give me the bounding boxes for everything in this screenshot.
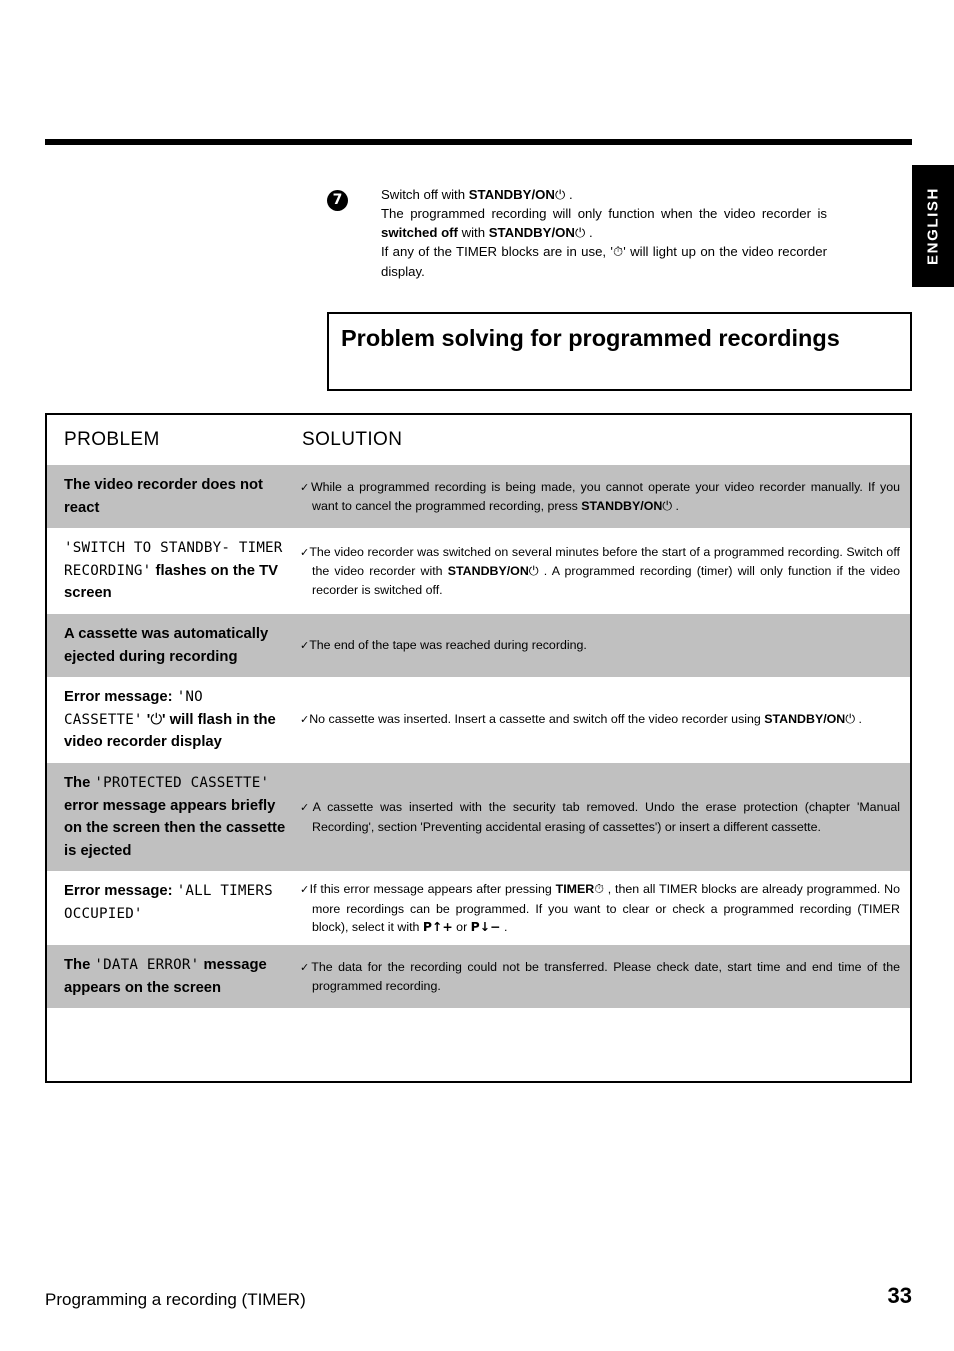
table-body: The video recorder does not react ✓While …: [47, 465, 910, 1009]
problem-cell: 'SWITCH TO STANDBY- TIMER RECORDING' fla…: [47, 528, 295, 614]
checkmark-icon: ✓: [300, 481, 311, 494]
language-tab: ENGLISH: [912, 165, 954, 287]
page-top-rule: [45, 139, 912, 145]
problem-cell: The 'DATA ERROR' message appears on the …: [47, 945, 295, 1008]
emphasis-text: TIMER: [555, 882, 595, 897]
step-line-2: The programmed recording will only funct…: [381, 206, 827, 241]
table-row: The 'PROTECTED CASSETTE' error message a…: [47, 762, 910, 872]
problem-cell: A cassette was automatically ejected dur…: [47, 614, 295, 677]
solution-text: ✓If this error message appears after pre…: [300, 880, 900, 936]
solution-text: ✓The end of the tape was reached during …: [300, 636, 900, 655]
step-7-block: 7 Switch off with STANDBY/ON⏻ . The prog…: [327, 186, 827, 281]
checkmark-icon: ✓: [300, 802, 313, 815]
footer-page-number: 33: [887, 1283, 912, 1308]
footer-section-title: Programming a recording (TIMER): [45, 1290, 306, 1309]
emphasis-text: STANDBY/ON: [581, 499, 663, 514]
table-row: A cassette was automatically ejected dur…: [47, 613, 910, 678]
solution-cell: ✓No cassette was inserted. Insert a cass…: [295, 677, 910, 763]
standby-on-label-2: STANDBY/ON: [488, 224, 575, 240]
column-header-solution: SOLUTION: [302, 429, 403, 450]
checkmark-icon: ✓: [300, 884, 310, 897]
emphasis-text: Error message:: [64, 689, 177, 706]
standby-on-label: STANDBY/ON: [468, 187, 555, 202]
problem-solution-table: PROBLEM SOLUTION The video recorder does…: [45, 413, 912, 1083]
language-tab-label: ENGLISH: [924, 187, 942, 265]
switched-off-label: switched off: [381, 224, 458, 240]
solution-text: ✓No cassette was inserted. Insert a cass…: [300, 710, 900, 729]
checkmark-icon: ✓: [300, 714, 310, 727]
emphasis-text: The: [64, 956, 95, 973]
step-text: Switch off with STANDBY/ON⏻ . The progra…: [381, 186, 827, 281]
power-icon-2: ⏻: [574, 225, 586, 241]
solution-cell: ✓The end of the tape was reached during …: [295, 614, 910, 677]
body-text: .: [672, 499, 679, 514]
table-row: The video recorder does not react ✓While …: [47, 465, 910, 529]
problem-cell: Error message: 'ALL TIMERS OCCUPIED': [47, 871, 295, 945]
emphasis-text: error message appears briefly on the scr…: [64, 797, 286, 859]
power-icon: ⏻: [554, 188, 566, 203]
section-heading-box: Problem solving for programmed recording…: [327, 312, 912, 391]
emphasis-text: STANDBY/ON: [764, 712, 846, 727]
section-heading-title: Problem solving for programmed recording…: [341, 325, 840, 351]
step-line-3: If any of the TIMER blocks are in use, '…: [381, 244, 827, 279]
column-header-problem: PROBLEM: [64, 429, 160, 450]
step-line-1: Switch off with STANDBY/ON⏻ .: [381, 187, 573, 203]
problem-cell: Error message: 'NO CASSETTE' '⏻' will fl…: [47, 677, 295, 763]
table-header-row: PROBLEM SOLUTION: [47, 415, 910, 465]
body-text: .: [855, 712, 862, 727]
display-message-text: 'PROTECTED CASSETTE': [94, 774, 270, 791]
emphasis-text: STANDBY/ON: [447, 564, 529, 579]
power-icon: ⏻: [528, 563, 539, 579]
power-icon: ⏱: [594, 881, 604, 897]
solution-text: ✓The video recorder was switched on seve…: [300, 543, 900, 599]
table-row: The 'DATA ERROR' message appears on the …: [47, 944, 910, 1009]
table-row: Error message: 'NO CASSETTE' '⏻' will fl…: [47, 677, 910, 763]
body-text: or: [452, 919, 471, 934]
checkmark-icon: ✓: [300, 547, 310, 560]
checkmark-icon: ✓: [300, 961, 312, 974]
timer-icon: ⏱: [612, 245, 624, 261]
checkmark-icon: ✓: [300, 639, 310, 652]
solution-cell: ✓A cassette was inserted with the securi…: [295, 763, 910, 871]
emphasis-text: The video recorder does not react: [64, 477, 263, 516]
problem-cell: The 'PROTECTED CASSETTE' error message a…: [47, 763, 295, 871]
body-text: A cassette was inserted with the securit…: [312, 800, 901, 834]
solution-cell: ✓If this error message appears after pre…: [295, 871, 910, 945]
solution-cell: ✓The video recorder was switched on seve…: [295, 528, 910, 614]
body-text: The data for the recording could not be …: [311, 959, 901, 994]
solution-text: ✓A cassette was inserted with the securi…: [300, 798, 900, 835]
power-icon: ⏻: [150, 710, 163, 728]
solution-cell: ✓While a programmed recording is being m…: [295, 465, 910, 528]
channel-arrow-icon: P↓−: [470, 918, 501, 934]
step-number-badge: 7: [327, 190, 348, 211]
power-icon: ⏻: [845, 711, 856, 727]
body-text: If this error message appears after pres…: [309, 882, 556, 897]
body-text: .: [500, 919, 508, 934]
body-text: No cassette was inserted. Insert a casse…: [309, 712, 765, 727]
emphasis-text: The: [64, 774, 95, 791]
solution-cell: ✓The data for the recording could not be…: [295, 945, 910, 1008]
power-icon: ⏻: [662, 498, 673, 514]
problem-cell: The video recorder does not react: [47, 465, 295, 528]
emphasis-text: Error message:: [64, 883, 177, 900]
table-row: Error message: 'ALL TIMERS OCCUPIED' ✓If …: [47, 871, 910, 945]
emphasis-text: A cassette was automatically ejected dur…: [64, 625, 269, 665]
body-text: The end of the tape was reached during r…: [309, 637, 587, 652]
display-message-text: 'DATA ERROR': [94, 956, 200, 973]
solution-text: ✓The data for the recording could not be…: [300, 958, 900, 995]
solution-text: ✓While a programmed recording is being m…: [300, 478, 900, 515]
table-row: 'SWITCH TO STANDBY- TIMER RECORDING' fla…: [47, 528, 910, 614]
channel-arrow-icon: P↑+: [422, 918, 453, 934]
